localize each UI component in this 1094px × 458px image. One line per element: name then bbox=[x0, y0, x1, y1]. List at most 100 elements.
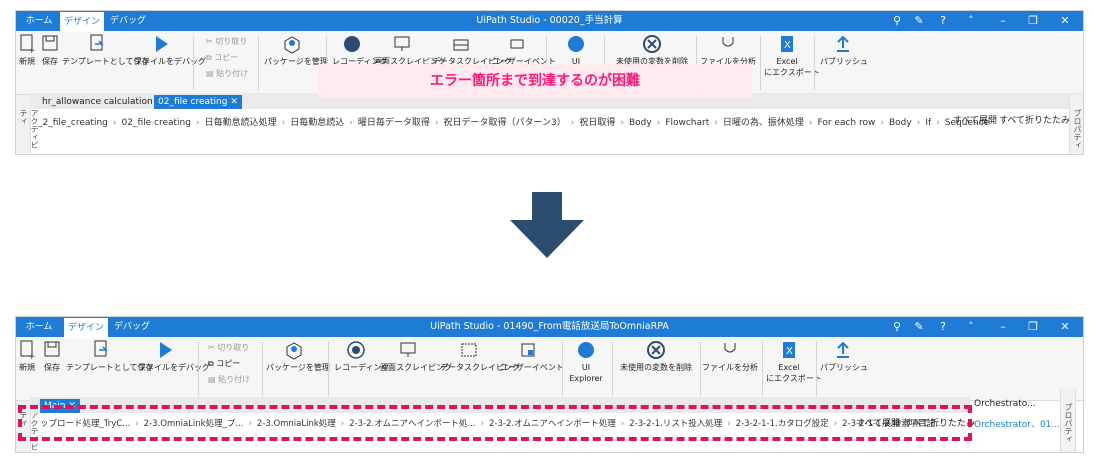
manage-packages-button[interactable]: パッケージを管理 bbox=[266, 340, 330, 373]
chevron-right-icon: › bbox=[570, 118, 575, 128]
new-file-icon: + bbox=[16, 34, 38, 56]
recording-button[interactable]: レコーディング bbox=[334, 340, 389, 373]
breadcrumb-item[interactable]: Body bbox=[629, 118, 652, 128]
play-icon bbox=[134, 34, 188, 56]
doc-tab-hr-allowance[interactable]: hr_allowance calculation bbox=[38, 95, 157, 109]
cut-button[interactable]: ✂ 切り取り bbox=[206, 36, 247, 47]
monitor-icon bbox=[380, 340, 436, 362]
remove-unused-variables-button[interactable]: 未使用の変数を削除 bbox=[612, 34, 692, 67]
package-icon bbox=[264, 34, 320, 56]
restore-icon[interactable]: ❐ bbox=[1024, 317, 1042, 337]
breadcrumb-item[interactable]: Flowchart bbox=[665, 118, 709, 128]
save-as-template-button[interactable]: テンプレートとして保存 bbox=[66, 340, 154, 373]
new-button[interactable]: + 新規 bbox=[16, 34, 38, 67]
user-events-button[interactable]: ユーザーイベント bbox=[492, 34, 556, 67]
record-icon bbox=[334, 340, 378, 362]
chevron-right-icon: › bbox=[936, 118, 940, 128]
close-icon[interactable]: ✕ bbox=[1056, 11, 1074, 31]
screen-scraping-button[interactable]: 画面スクレイピング bbox=[380, 340, 452, 373]
paste-button[interactable]: ▤ 貼り付け bbox=[206, 68, 248, 79]
recording-button[interactable]: レコーディング bbox=[332, 34, 387, 67]
chevron-right-icon: › bbox=[880, 118, 884, 128]
play-icon bbox=[138, 340, 192, 362]
copy-button[interactable]: ⧉ コピー bbox=[208, 358, 240, 369]
ui-explorer-icon bbox=[566, 340, 606, 362]
new-file-icon: + bbox=[16, 340, 38, 362]
tab-debug[interactable]: デバッグ bbox=[112, 317, 152, 337]
help-icon[interactable]: ? bbox=[934, 317, 952, 337]
breadcrumb-item[interactable]: Body bbox=[889, 118, 912, 128]
breadcrumb-item[interactable]: 日毎勤怠読込処理 bbox=[205, 118, 277, 128]
ribbon: + 新規 保存 テンプレートとして保存 ファイルをデバッグ ✂ 切り取り ⧉ コピ… bbox=[16, 338, 1083, 401]
tab-home[interactable]: ホーム bbox=[20, 317, 58, 337]
collapse-all-button[interactable]: すべて折りたたみ bbox=[999, 113, 1070, 126]
copy-button[interactable]: ⧉ コピー bbox=[206, 52, 238, 63]
feedback-icon[interactable]: ✎ bbox=[910, 317, 928, 337]
ui-explorer-button[interactable]: UI bbox=[556, 34, 596, 67]
feedback-icon[interactable]: ✎ bbox=[910, 11, 928, 31]
save-as-template-button[interactable]: テンプレートとして保存 bbox=[62, 34, 150, 67]
breadcrumb-item[interactable]: 日曜の為、振休処理 bbox=[723, 118, 804, 128]
collapse-ribbon-icon[interactable]: ˄ bbox=[962, 11, 980, 31]
manage-packages-button[interactable]: パッケージを管理 bbox=[264, 34, 328, 67]
tab-debug[interactable]: デバッグ bbox=[108, 11, 148, 31]
save-button[interactable]: 保存 bbox=[38, 34, 62, 67]
breadcrumb-item[interactable]: 祝日データ取得（パターン3） bbox=[443, 118, 565, 128]
data-scraping-button[interactable]: データスクレイピング bbox=[440, 340, 520, 373]
breadcrumb-item[interactable]: 日毎勤怠読込 bbox=[290, 118, 344, 128]
tab-design[interactable]: デザイン bbox=[64, 318, 108, 338]
breadcrumb-item[interactable]: 祝日取得 bbox=[579, 118, 615, 128]
expand-all-button[interactable]: すべて展開 bbox=[953, 113, 997, 126]
svg-text:X: X bbox=[784, 40, 791, 51]
debug-file-button[interactable]: ファイルをデバッグ bbox=[138, 340, 210, 373]
breadcrumb-item[interactable]: _2_file_creating bbox=[38, 118, 108, 128]
save-button[interactable]: 保存 bbox=[40, 340, 64, 373]
ribbon-separator bbox=[760, 36, 761, 90]
screen-scraping-button[interactable]: 画面スクレイピング bbox=[374, 34, 446, 67]
activities-panel-tab[interactable]: アクティビティ bbox=[16, 95, 39, 154]
user-events-button[interactable]: ユーザーイベント bbox=[500, 340, 564, 373]
chevron-right-icon: › bbox=[714, 118, 718, 128]
orchestrator-panel-header[interactable]: Orchestrato... bbox=[974, 399, 1036, 409]
publish-button[interactable]: パブリッシュ bbox=[820, 34, 868, 67]
analyze-file-button[interactable]: ファイルを分析 bbox=[702, 340, 758, 373]
ui-explorer-button[interactable]: UI Explorer bbox=[566, 340, 606, 384]
ribbon-separator bbox=[814, 36, 815, 90]
paste-button[interactable]: ▤ 貼り付け bbox=[208, 374, 250, 385]
tab-design[interactable]: デザイン bbox=[60, 12, 104, 32]
ribbon-separator bbox=[762, 342, 763, 396]
properties-panel-tab[interactable]: プロパティ bbox=[1069, 95, 1083, 154]
record-icon bbox=[332, 34, 372, 56]
breadcrumb-item[interactable]: For each row bbox=[818, 118, 876, 128]
restore-icon[interactable]: ❐ bbox=[1024, 11, 1042, 31]
close-icon[interactable]: ✕ bbox=[1056, 317, 1074, 337]
analyze-file-button[interactable]: ファイルを分析 bbox=[700, 34, 756, 67]
search-icon[interactable]: ⚲ bbox=[888, 11, 906, 31]
package-icon bbox=[266, 340, 322, 362]
export-excel-button[interactable]: X Excel にエクスポート bbox=[764, 34, 820, 78]
new-button[interactable]: + 新規 bbox=[16, 340, 38, 373]
debug-file-button[interactable]: ファイルをデバッグ bbox=[134, 34, 206, 67]
help-icon[interactable]: ? bbox=[934, 11, 952, 31]
doc-tab-file-creating[interactable]: 02_file creating ✕ bbox=[154, 95, 242, 109]
cut-button[interactable]: ✂ 切り取り bbox=[208, 342, 249, 353]
properties-panel-tab[interactable]: プロパティ bbox=[1060, 389, 1076, 452]
chevron-right-icon: › bbox=[281, 118, 286, 128]
publish-button[interactable]: パブリッシュ bbox=[820, 340, 868, 373]
remove-unused-variables-button[interactable]: 未使用の変数を削除 bbox=[616, 340, 696, 373]
tab-home[interactable]: ホーム bbox=[20, 11, 58, 31]
close-tab-icon[interactable]: ✕ bbox=[230, 97, 238, 107]
collapse-ribbon-icon[interactable]: ˄ bbox=[962, 317, 980, 337]
chevron-right-icon: › bbox=[620, 118, 624, 128]
breadcrumb-item[interactable]: 曜日毎データ取得 bbox=[358, 118, 430, 128]
data-scraping-button[interactable]: データスクレイピング bbox=[432, 34, 512, 67]
minimize-icon[interactable]: – bbox=[994, 11, 1012, 31]
breadcrumb-item[interactable]: If bbox=[925, 118, 931, 128]
search-icon[interactable]: ⚲ bbox=[888, 317, 906, 337]
ribbon-separator bbox=[198, 342, 199, 396]
ribbon-separator bbox=[328, 342, 329, 396]
minimize-icon[interactable]: – bbox=[994, 317, 1012, 337]
orchestrator-link[interactable]: Orchestrator、01... bbox=[974, 417, 1060, 430]
breadcrumb-item[interactable]: 02_file creating bbox=[122, 118, 191, 128]
export-excel-button[interactable]: X Excel にエクスポート bbox=[766, 340, 822, 384]
